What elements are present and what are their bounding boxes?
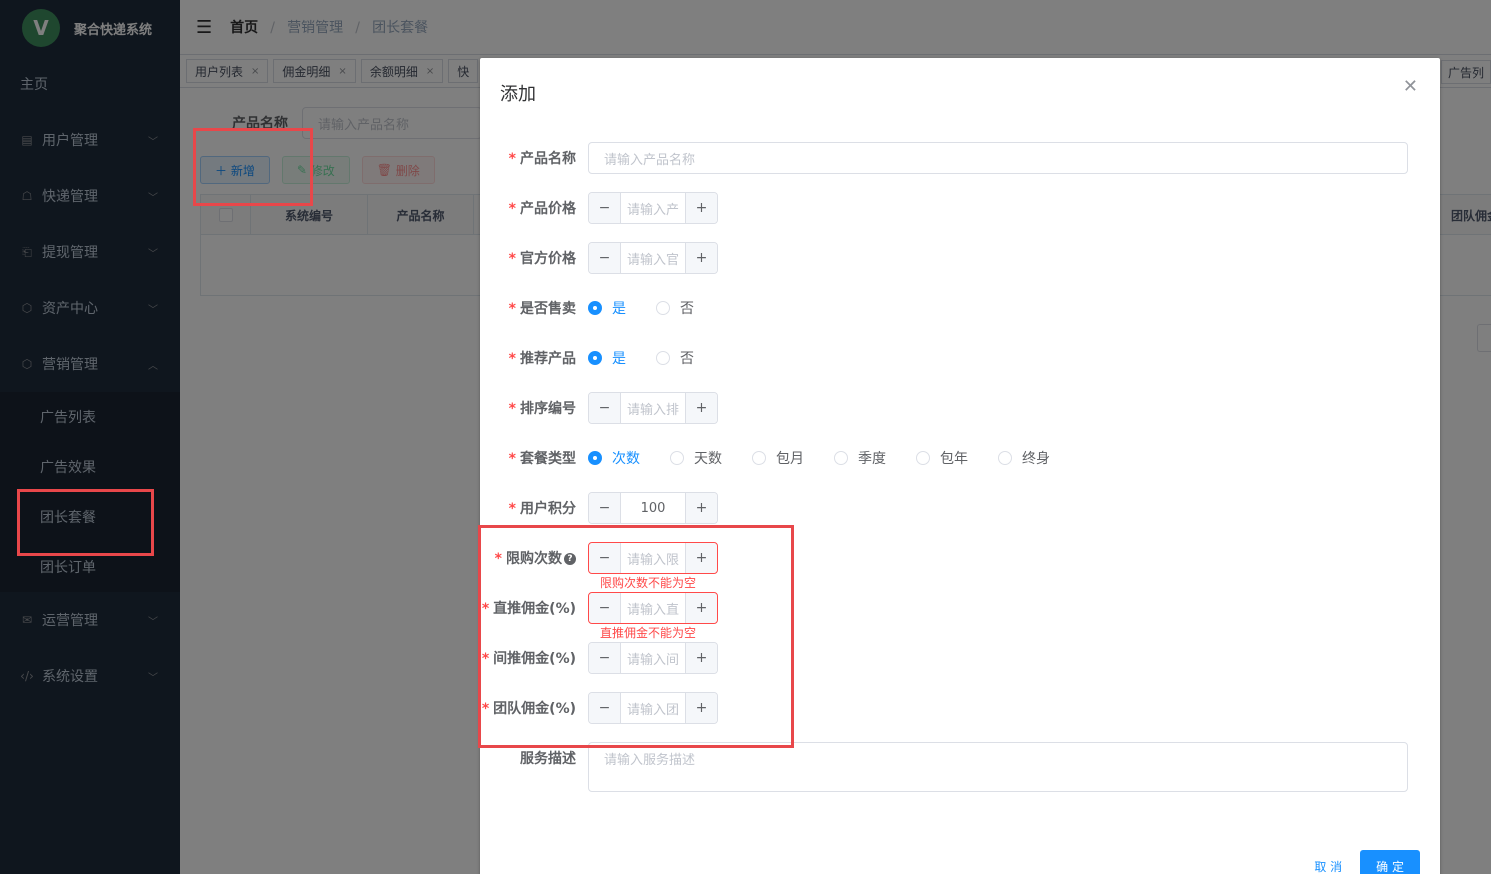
plus-icon[interactable]: + [685,243,717,273]
dialog-footer: 取 消 确 定 [1306,850,1420,874]
field-product-price: * 产品价格 − 请输入产 + [480,192,718,224]
minus-icon[interactable]: − [589,493,621,523]
field-recommend: * 推荐产品 是 否 [480,342,724,374]
type-lifetime-radio[interactable]: 终身 [998,448,1050,468]
add-dialog: 添加 ✕ * 产品名称 请输入产品名称 * 产品价格 − 请输入产 + * 官方价格 − 请… [480,58,1440,874]
field-package-type: * 套餐类型 次数 天数 包月 季度 包年 终身 [480,442,1080,474]
type-quarter-radio[interactable]: 季度 [834,448,886,468]
close-icon[interactable]: ✕ [1403,76,1418,97]
product-price-stepper[interactable]: − 请输入产 + [588,192,718,224]
sort-stepper[interactable]: − 请输入排 + [588,392,718,424]
type-yearly-radio[interactable]: 包年 [916,448,968,468]
annotation-box-leader-package [17,489,154,556]
field-sort: * 排序编号 − 请输入排 + [480,392,718,424]
field-product-name: * 产品名称 请输入产品名称 [480,142,1408,174]
minus-icon[interactable]: − [589,393,621,423]
dialog-title: 添加 [500,84,536,105]
type-monthly-radio[interactable]: 包月 [752,448,804,468]
annotation-box-add [193,128,313,206]
recommend-no-radio[interactable]: 否 [656,348,694,368]
field-official-price: * 官方价格 − 请输入官 + [480,242,718,274]
confirm-button[interactable]: 确 定 [1360,850,1420,874]
product-name-input[interactable]: 请输入产品名称 [588,142,1408,174]
recommend-yes-radio[interactable]: 是 [588,348,626,368]
minus-icon[interactable]: − [589,193,621,223]
field-points: * 用户积分 −100 + [480,492,718,524]
type-days-radio[interactable]: 天数 [670,448,722,468]
field-description: 服务描述 请输入服务描述 [480,742,1408,792]
on-sale-no-radio[interactable]: 否 [656,298,694,318]
description-textarea[interactable]: 请输入服务描述 [588,742,1408,792]
field-on-sale: * 是否售卖 是 否 [480,292,724,324]
minus-icon[interactable]: − [589,243,621,273]
plus-icon[interactable]: + [685,493,717,523]
annotation-box-fields [478,525,794,748]
cancel-button[interactable]: 取 消 [1306,858,1350,874]
plus-icon[interactable]: + [685,193,717,223]
official-price-stepper[interactable]: − 请输入官 + [588,242,718,274]
on-sale-yes-radio[interactable]: 是 [588,298,626,318]
type-count-radio[interactable]: 次数 [588,448,640,468]
plus-icon[interactable]: + [685,393,717,423]
points-stepper[interactable]: −100 + [588,492,718,524]
